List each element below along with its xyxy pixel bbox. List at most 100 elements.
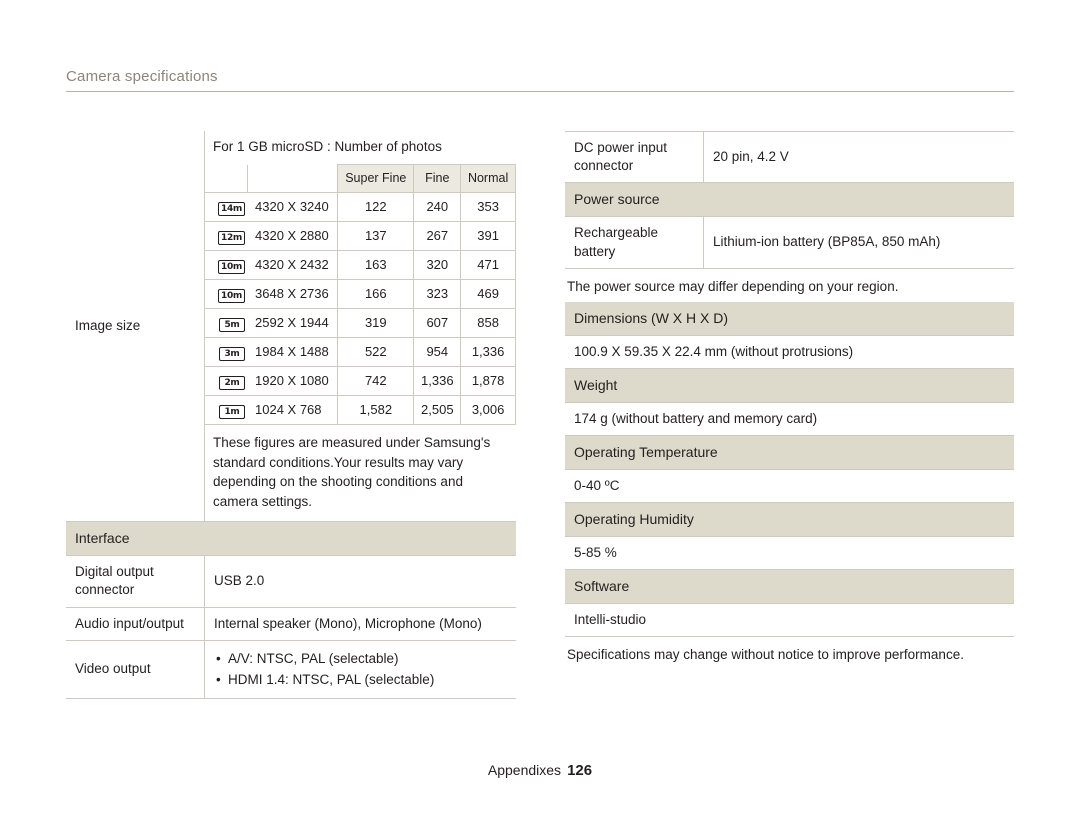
normal-count: 1,336 bbox=[460, 337, 516, 368]
section-title-software: Software bbox=[565, 569, 1014, 605]
table-row: 5-85 % bbox=[565, 536, 1014, 571]
section-title-interface: Interface bbox=[66, 522, 516, 557]
table-row: 100.9 X 59.35 X 22.4 mm (without protrus… bbox=[565, 335, 1014, 369]
normal-count: 469 bbox=[460, 279, 516, 310]
table-row: DC power input connector 20 pin, 4.2 V bbox=[565, 130, 1014, 184]
resolution-value: 4320 X 3240 bbox=[247, 192, 338, 223]
normal-count: 3,006 bbox=[460, 395, 516, 426]
table-row: Audio input/output Internal speaker (Mon… bbox=[66, 607, 516, 641]
table-row: Digital output connector USB 2.0 bbox=[66, 555, 516, 608]
table-row: Intelli-studio bbox=[565, 603, 1014, 638]
power-table: DC power input connector 20 pin, 4.2 V P… bbox=[565, 130, 1014, 269]
fine-count: 320 bbox=[413, 250, 462, 281]
table-row: 3m 1984 X 1488 522 954 1,336 bbox=[205, 337, 516, 368]
section-title-dimensions: Dimensions (W X H X D) bbox=[565, 301, 1014, 336]
list-item: HDMI 1.4: NTSC, PAL (selectable) bbox=[214, 669, 507, 691]
rechargeable-battery-label: Rechargeable battery bbox=[565, 216, 704, 269]
table-row: Rechargeable battery Lithium-ion battery… bbox=[565, 216, 1014, 269]
video-output-value: A/V: NTSC, PAL (selectable) HDMI 1.4: NT… bbox=[204, 640, 516, 700]
image-size-row: Image size For 1 GB microSD : Number of … bbox=[66, 131, 516, 523]
section-header-operating-humidity: Operating Humidity bbox=[565, 502, 1014, 537]
fine-count: 954 bbox=[413, 337, 462, 368]
normal-count: 471 bbox=[460, 250, 516, 281]
table-row: 10m 3648 X 2736 166 323 469 bbox=[205, 279, 516, 310]
measurement-note: These figures are measured under Samsung… bbox=[213, 435, 491, 509]
resolution-value: 1984 X 1488 bbox=[247, 337, 338, 368]
page-title: Camera specifications bbox=[66, 68, 218, 85]
column-header-normal: Normal bbox=[460, 164, 516, 194]
left-column: Image size For 1 GB microSD : Number of … bbox=[66, 131, 516, 700]
dimensions-table: Dimensions (W X H X D) 100.9 X 59.35 X 2… bbox=[565, 301, 1014, 638]
normal-count: 391 bbox=[460, 221, 516, 252]
fine-count: 1,336 bbox=[413, 366, 462, 397]
table-row: 174 g (without battery and memory card) bbox=[565, 402, 1014, 436]
fine-count: 267 bbox=[413, 221, 462, 252]
operating-humidity-value: 5-85 % bbox=[565, 536, 1014, 571]
superfine-count: 122 bbox=[337, 192, 415, 223]
fine-count: 2,505 bbox=[413, 395, 462, 426]
header-divider bbox=[66, 91, 1014, 92]
resolution-badge-icon: 10m bbox=[205, 250, 247, 281]
superfine-count: 319 bbox=[337, 308, 415, 339]
footer-label: Appendixes bbox=[487, 762, 562, 778]
normal-count: 1,878 bbox=[460, 366, 516, 397]
photo-count-table: Super Fine Fine Normal 14m 4320 X 3240 1… bbox=[205, 164, 516, 426]
resolution-value: 1920 X 1080 bbox=[247, 366, 338, 397]
image-size-label: Image size bbox=[66, 131, 205, 523]
fine-count: 240 bbox=[413, 192, 462, 223]
card-capacity-title: For 1 GB microSD : Number of photos bbox=[213, 139, 442, 154]
resolution-value: 4320 X 2880 bbox=[247, 221, 338, 252]
resolution-value: 2592 X 1944 bbox=[247, 308, 338, 339]
rechargeable-battery-value: Lithium-ion battery (BP85A, 850 mAh) bbox=[703, 216, 1014, 269]
page-footer: Appendixes 126 bbox=[0, 762, 1080, 779]
image-size-content: For 1 GB microSD : Number of photos Supe… bbox=[204, 131, 516, 523]
dc-power-input-label: DC power input connector bbox=[565, 130, 704, 184]
superfine-count: 1,582 bbox=[337, 395, 415, 426]
normal-count: 858 bbox=[460, 308, 516, 339]
fine-count: 607 bbox=[413, 308, 462, 339]
section-header-weight: Weight bbox=[565, 368, 1014, 403]
resolution-badge-icon: 5m bbox=[205, 308, 247, 339]
superfine-count: 163 bbox=[337, 250, 415, 281]
page-header: Camera specifications bbox=[66, 68, 1014, 92]
superfine-count: 742 bbox=[337, 366, 415, 397]
operating-temperature-value: 0-40 ºC bbox=[565, 469, 1014, 504]
superfine-count: 137 bbox=[337, 221, 415, 252]
superfine-count: 522 bbox=[337, 337, 415, 368]
list-item: A/V: NTSC, PAL (selectable) bbox=[214, 648, 507, 670]
dimensions-value: 100.9 X 59.35 X 22.4 mm (without protrus… bbox=[565, 335, 1014, 369]
audio-io-label: Audio input/output bbox=[66, 607, 205, 641]
fine-count: 323 bbox=[413, 279, 462, 310]
blank-header-resolution bbox=[247, 164, 339, 194]
section-header-software: Software bbox=[565, 569, 1014, 605]
resolution-badge-icon: 14m bbox=[205, 192, 247, 223]
table-row: 14m 4320 X 3240 122 240 353 bbox=[205, 192, 516, 223]
page: Camera specifications Image size For 1 G… bbox=[0, 0, 1080, 815]
resolution-value: 3648 X 2736 bbox=[247, 279, 338, 310]
section-header-power-source: Power source bbox=[565, 182, 1014, 218]
column-header-super-fine: Super Fine bbox=[337, 164, 415, 194]
table-row: 12m 4320 X 2880 137 267 391 bbox=[205, 221, 516, 252]
interface-table: Interface Digital output connector USB 2… bbox=[66, 522, 516, 700]
specifications-change-note: Specifications may change without notice… bbox=[567, 647, 964, 663]
resolution-badge-icon: 12m bbox=[205, 221, 247, 252]
table-row: 0-40 ºC bbox=[565, 469, 1014, 504]
software-value: Intelli-studio bbox=[565, 603, 1014, 638]
right-column: DC power input connector 20 pin, 4.2 V P… bbox=[565, 130, 1014, 663]
resolution-value: 4320 X 2432 bbox=[247, 250, 338, 281]
section-header-dimensions: Dimensions (W X H X D) bbox=[565, 301, 1014, 336]
resolution-badge-icon: 1m bbox=[205, 395, 247, 426]
weight-value: 174 g (without battery and memory card) bbox=[565, 402, 1014, 436]
digital-output-value: USB 2.0 bbox=[204, 555, 516, 608]
section-header-operating-temperature: Operating Temperature bbox=[565, 435, 1014, 470]
dc-power-input-value: 20 pin, 4.2 V bbox=[703, 130, 1014, 184]
resolution-badge-icon: 3m bbox=[205, 337, 247, 368]
image-size-table: Image size For 1 GB microSD : Number of … bbox=[66, 131, 516, 523]
digital-output-label: Digital output connector bbox=[66, 555, 205, 608]
audio-io-value: Internal speaker (Mono), Microphone (Mon… bbox=[204, 607, 516, 641]
photo-count-header: Super Fine Fine Normal bbox=[205, 164, 516, 194]
column-header-fine: Fine bbox=[413, 164, 462, 194]
normal-count: 353 bbox=[460, 192, 516, 223]
power-region-note: The power source may differ depending on… bbox=[567, 278, 899, 294]
table-row: 10m 4320 X 2432 163 320 471 bbox=[205, 250, 516, 281]
